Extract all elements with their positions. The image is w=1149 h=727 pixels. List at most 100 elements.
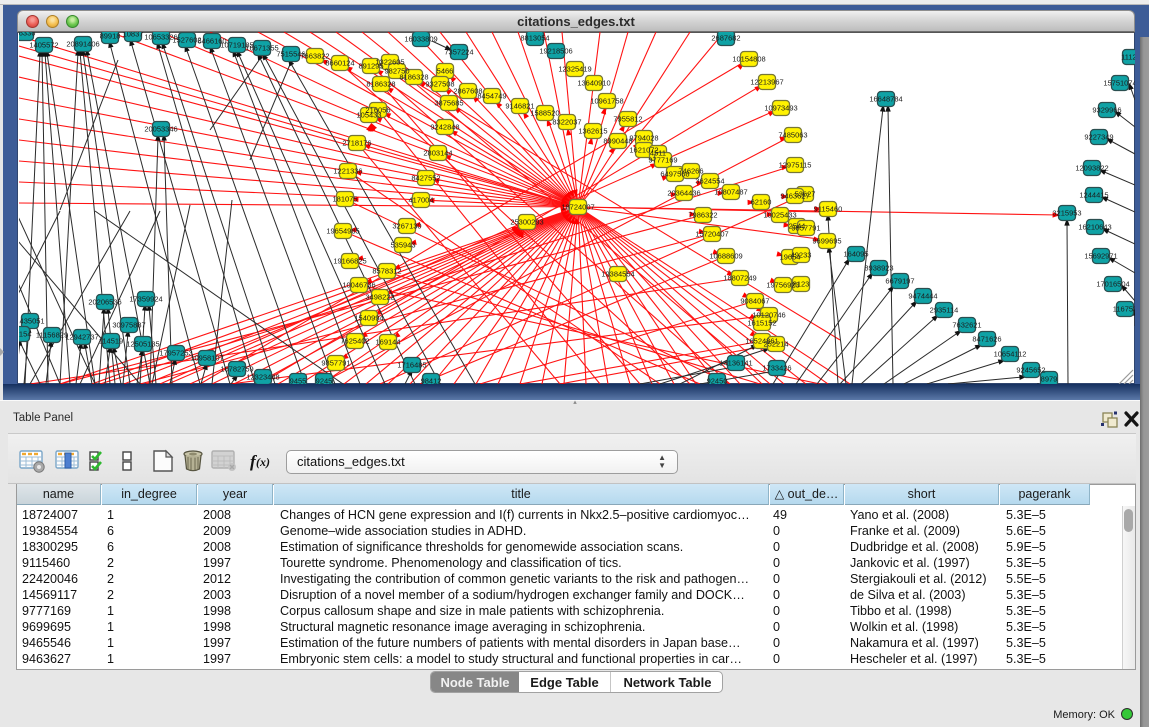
svg-text:10973493: 10973493	[764, 104, 797, 113]
svg-text:8186328: 8186328	[399, 73, 428, 82]
svg-text:17957253: 17957253	[159, 349, 192, 358]
svg-text:10654112: 10654112	[994, 350, 1027, 359]
svg-text:3624554: 3624554	[695, 177, 724, 186]
svg-text:10958107: 10958107	[190, 354, 223, 363]
svg-text:16648784: 16648784	[869, 95, 902, 104]
svg-text:9474444: 9474444	[908, 292, 937, 301]
svg-text:12505135: 12505135	[126, 340, 159, 349]
svg-text:1405572: 1405572	[29, 41, 58, 50]
svg-text:7955812: 7955812	[613, 115, 642, 124]
svg-text:20053346: 20053346	[144, 125, 177, 134]
svg-text:15692971: 15692971	[1084, 252, 1117, 261]
svg-text:164095: 164095	[843, 250, 868, 259]
svg-text:9327508: 9327508	[425, 80, 454, 89]
svg-text:7625402: 7625402	[340, 337, 369, 346]
svg-text:252214: 252214	[763, 340, 788, 349]
svg-text:1540994: 1540994	[354, 314, 383, 323]
svg-text:15720407: 15720407	[695, 230, 728, 239]
svg-text:1733426: 1733426	[762, 364, 791, 373]
svg-text:19654985: 19654985	[326, 227, 359, 236]
svg-text:(x): (x)	[256, 455, 270, 469]
svg-text:8427552: 8427552	[411, 174, 440, 183]
svg-text:18724007: 18724007	[561, 203, 594, 212]
svg-text:3498222: 3498222	[365, 293, 394, 302]
svg-text:8990448: 8990448	[603, 137, 632, 146]
svg-text:17016504: 17016504	[1096, 280, 1129, 289]
svg-text:19166825: 19166825	[333, 257, 366, 266]
svg-text:16033809: 16033809	[404, 35, 437, 44]
svg-text:89918: 89918	[100, 32, 121, 41]
svg-text:9227349: 9227349	[1084, 133, 1113, 142]
svg-text:9242848: 9242848	[430, 123, 459, 132]
svg-text:1435051: 1435051	[19, 317, 45, 326]
svg-text:49233: 49233	[791, 251, 812, 260]
svg-text:1322605: 1322605	[375, 58, 404, 67]
svg-text:116753: 116753	[1113, 305, 1135, 314]
svg-text:1362615: 1362615	[578, 127, 607, 136]
svg-text:8578312: 8578312	[372, 267, 401, 276]
svg-text:16336: 16336	[19, 32, 35, 38]
svg-text:8123: 8123	[793, 280, 810, 289]
svg-text:181075: 181075	[332, 195, 357, 204]
svg-text:6679197: 6679197	[885, 277, 914, 286]
svg-text:7357224: 7357224	[444, 48, 473, 57]
svg-text:5466: 5466	[437, 67, 454, 76]
svg-text:169144: 169144	[375, 338, 400, 347]
svg-text:9245: 9245	[316, 377, 333, 385]
svg-text:9455: 9455	[290, 377, 307, 385]
svg-text:92450: 92450	[707, 377, 728, 385]
svg-text:12323448: 12323448	[246, 373, 279, 382]
svg-text:14136141: 14136141	[719, 359, 752, 368]
svg-text:16671355: 16671355	[245, 44, 278, 53]
svg-text:3875685: 3875685	[434, 99, 463, 108]
svg-text:19384554: 19384554	[601, 270, 634, 279]
svg-text:746266: 746266	[678, 167, 703, 176]
svg-text:8979: 8979	[1041, 375, 1058, 384]
svg-text:1221336: 1221336	[333, 167, 362, 176]
svg-text:98412: 98412	[421, 377, 442, 385]
svg-text:12213967: 12213967	[750, 78, 783, 87]
svg-text:9463627: 9463627	[780, 192, 809, 201]
svg-text:8322037: 8322037	[552, 118, 581, 127]
svg-text:9084067: 9084067	[740, 297, 769, 306]
svg-text:9329966: 9329966	[1092, 106, 1121, 115]
svg-text:1588520: 1588520	[530, 109, 559, 118]
svg-text:12093822: 12093822	[1075, 164, 1108, 173]
svg-text:10837: 10837	[123, 32, 144, 39]
svg-text:10046736: 10046736	[342, 281, 375, 290]
svg-text:62160: 62160	[751, 198, 772, 207]
svg-text:20364436: 20364436	[667, 189, 700, 198]
svg-text:10154808: 10154808	[732, 55, 765, 64]
svg-text:8471626: 8471626	[972, 335, 1001, 344]
svg-text:8660124: 8660124	[325, 59, 354, 68]
svg-text:7485063: 7485063	[778, 131, 807, 140]
svg-text:18807249: 18807249	[723, 274, 756, 283]
svg-text:12942737: 12942737	[65, 333, 98, 342]
svg-text:7986322: 7986322	[688, 211, 717, 220]
svg-text:535943: 535943	[390, 241, 415, 250]
svg-text:2687682: 2687682	[711, 34, 740, 43]
svg-text:39154: 39154	[19, 330, 31, 339]
svg-text:1716485: 1716485	[397, 361, 426, 370]
svg-text:2803144: 2803144	[423, 149, 452, 158]
svg-text:9699695: 9699695	[812, 237, 841, 246]
svg-text:8454749: 8454749	[477, 92, 506, 101]
svg-text:8186328: 8186328	[366, 80, 395, 89]
svg-text:10025433: 10025433	[763, 211, 796, 220]
svg-text:25300293: 25300293	[510, 218, 543, 227]
svg-text:17359924: 17359924	[129, 295, 162, 304]
svg-text:9794028: 9794028	[629, 134, 658, 143]
svg-text:105433: 105433	[356, 111, 381, 120]
svg-text:417004: 417004	[408, 196, 433, 205]
svg-text:114519: 114519	[99, 337, 123, 346]
svg-text:2718176: 2718176	[342, 139, 371, 148]
svg-text:10961758: 10961758	[590, 97, 623, 106]
svg-text:12975115: 12975115	[779, 161, 812, 170]
svg-text:7632621: 7632621	[952, 321, 981, 330]
svg-text:9777169: 9777169	[648, 156, 677, 165]
svg-text:9857791: 9857791	[791, 224, 820, 233]
svg-text:12325419: 12325419	[558, 65, 591, 74]
svg-text:9857791: 9857791	[321, 359, 350, 368]
svg-text:8938923: 8938923	[864, 264, 893, 273]
svg-text:19218506: 19218506	[539, 47, 572, 56]
